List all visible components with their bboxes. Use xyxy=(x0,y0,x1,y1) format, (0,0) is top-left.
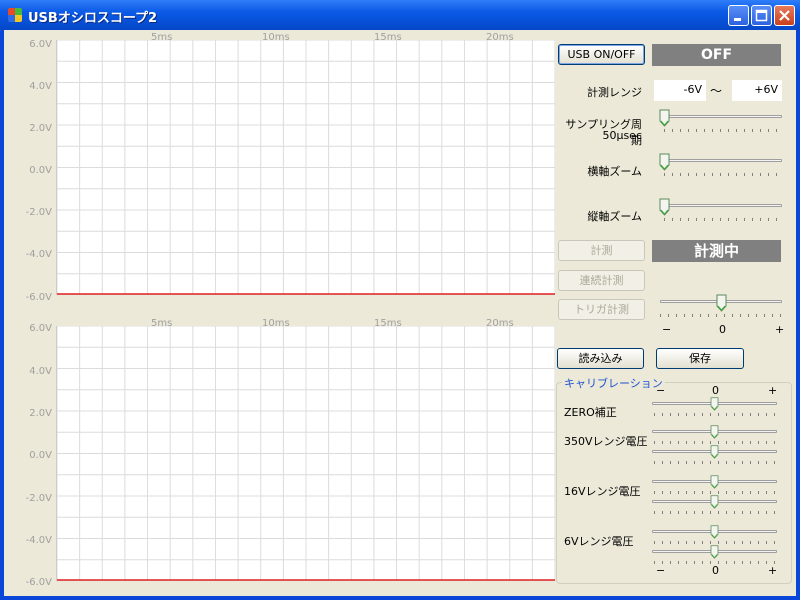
sampling-slider-ticks xyxy=(664,129,782,132)
window-title: USBオシロスコープ2 xyxy=(28,11,158,26)
calibration-slider-ticks xyxy=(654,441,776,444)
trigger-slider-thumb[interactable] xyxy=(716,294,727,312)
scope-grid-top xyxy=(57,40,555,295)
calibration-slider-ticks xyxy=(654,461,776,464)
measure-button[interactable]: 計測 xyxy=(558,240,645,261)
y-tick-label: 0.0V xyxy=(29,165,52,176)
calibration-slider-ticks xyxy=(654,511,776,514)
trigger-zero-label: 0 xyxy=(719,323,726,336)
x-tick-label: 5ms xyxy=(151,318,173,329)
maximize-icon xyxy=(755,9,768,22)
y-tick-label: -4.0V xyxy=(25,535,52,546)
y-tick-label: 6.0V xyxy=(29,323,52,334)
y-tick-label: -2.0V xyxy=(25,207,52,218)
y-tick-label: -4.0V xyxy=(25,249,52,260)
sampling-slider-track[interactable] xyxy=(664,115,782,118)
range-16v-label: 16Vレンジ電圧 xyxy=(564,485,641,498)
calibration-plus-label-bottom: + xyxy=(768,564,778,577)
range-separator: ～ xyxy=(710,84,723,98)
app-window: USBオシロスコープ2 6.0V 4.0V 2.0V 0.0V -2.0V -4… xyxy=(0,0,800,600)
trigger-minus-label: − xyxy=(662,323,672,336)
y-tick-label: 2.0V xyxy=(29,123,52,134)
calibration-slider-thumb[interactable] xyxy=(710,525,719,539)
x-tick-label: 15ms xyxy=(374,318,402,329)
load-button[interactable]: 読み込み xyxy=(557,348,644,369)
calibration-legend: キャリブレーション xyxy=(562,375,665,391)
calibration-plus-label: + xyxy=(768,384,778,397)
calibration-slider-thumb[interactable] xyxy=(710,445,719,459)
title-bar[interactable]: USBオシロスコープ2 xyxy=(0,0,800,30)
maximize-button[interactable] xyxy=(751,5,772,26)
calibration-slider-ticks xyxy=(654,541,776,544)
h-zoom-slider-track[interactable] xyxy=(664,159,782,162)
x-tick-label: 20ms xyxy=(486,32,514,43)
calibration-slider-thumb[interactable] xyxy=(710,495,719,509)
range-max-field[interactable]: +6V xyxy=(732,80,782,101)
trigger-measure-button[interactable]: トリガ計測 xyxy=(558,299,645,320)
range-350v-label: 350Vレンジ電圧 xyxy=(564,435,648,448)
calibration-slider-ticks xyxy=(654,491,776,494)
x-tick-label: 15ms xyxy=(374,32,402,43)
v-zoom-slider-ticks xyxy=(664,218,782,221)
calibration-slider-thumb[interactable] xyxy=(710,425,719,439)
trigger-plus-label: + xyxy=(775,323,785,336)
calibration-zero-label-bottom: 0 xyxy=(712,564,719,577)
close-button[interactable] xyxy=(774,5,795,26)
v-zoom-label: 縦軸ズーム xyxy=(587,210,642,223)
y-tick-label: 4.0V xyxy=(29,81,52,92)
y-tick-label: -2.0V xyxy=(25,493,52,504)
calibration-minus-label-bottom: − xyxy=(656,564,666,577)
client-area: 6.0V 4.0V 2.0V 0.0V -2.0V -4.0V -6.0V 5m… xyxy=(4,30,796,596)
v-zoom-slider-track[interactable] xyxy=(664,204,782,207)
close-icon xyxy=(779,10,790,21)
scope-grid-bottom xyxy=(57,326,555,581)
y-tick-label: -6.0V xyxy=(25,292,52,303)
h-zoom-slider-thumb[interactable] xyxy=(659,153,670,171)
calibration-slider-thumb[interactable] xyxy=(710,545,719,559)
trigger-slider-ticks xyxy=(660,314,782,317)
continuous-measure-button[interactable]: 連続計測 xyxy=(558,270,645,291)
save-button[interactable]: 保存 xyxy=(656,348,744,369)
zero-correction-label: ZERO補正 xyxy=(564,406,617,419)
usb-status-display: OFF xyxy=(652,44,781,66)
calibration-slider-ticks xyxy=(654,413,776,416)
range-min-field[interactable]: -6V xyxy=(654,80,706,101)
calibration-zero-label: 0 xyxy=(712,384,719,397)
x-tick-label: 10ms xyxy=(262,318,290,329)
y-tick-label: 2.0V xyxy=(29,408,52,419)
range-6v-label: 6Vレンジ電圧 xyxy=(564,535,634,548)
measure-status-display: 計測中 xyxy=(652,240,781,262)
y-tick-label: 0.0V xyxy=(29,450,52,461)
minimize-icon xyxy=(734,18,741,21)
usb-onoff-button[interactable]: USB ON/OFF xyxy=(558,44,645,65)
x-tick-label: 20ms xyxy=(486,318,514,329)
app-grid-icon xyxy=(8,8,22,22)
y-tick-label: 6.0V xyxy=(29,39,52,50)
calibration-minus-label: − xyxy=(656,384,666,397)
y-tick-label: -6.0V xyxy=(25,577,52,588)
minimize-button[interactable] xyxy=(728,5,749,26)
y-tick-label: 4.0V xyxy=(29,366,52,377)
h-zoom-label: 横軸ズーム xyxy=(587,165,642,178)
sampling-slider-thumb[interactable] xyxy=(659,109,670,127)
h-zoom-slider-ticks xyxy=(664,173,782,176)
v-zoom-slider-thumb[interactable] xyxy=(659,198,670,216)
x-tick-label: 5ms xyxy=(151,32,173,43)
range-label: 計測レンジ xyxy=(587,86,642,99)
scope-panel-top xyxy=(56,40,555,295)
calibration-slider-thumb[interactable] xyxy=(710,397,719,411)
sampling-value: 50μsec xyxy=(602,129,642,142)
x-tick-label: 10ms xyxy=(262,32,290,43)
calibration-slider-thumb[interactable] xyxy=(710,475,719,489)
scope-panel-bottom xyxy=(56,326,555,581)
